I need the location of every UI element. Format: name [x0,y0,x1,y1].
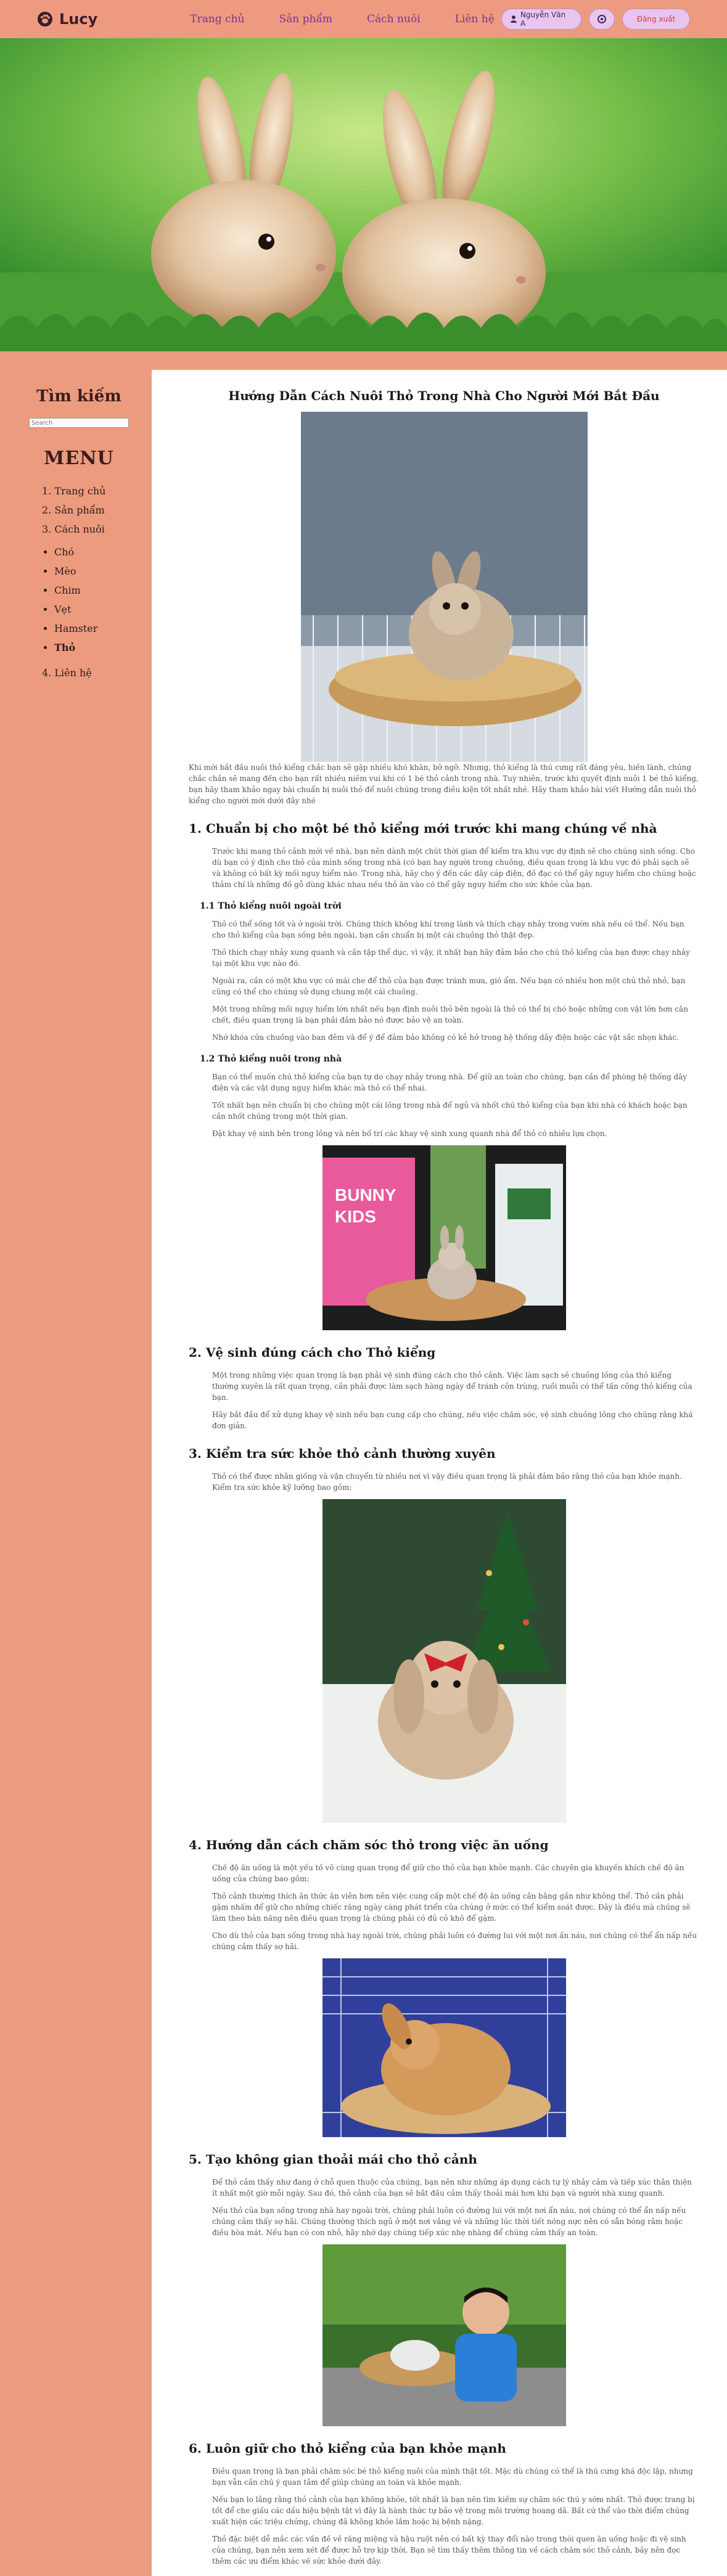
section-4-paragraph: Thỏ cảnh thường thích ăn thức ăn viên hơ… [212,1892,691,1923]
section-3-paragraph: Thỏ có thể được nhân giống và vận chuyển… [212,1472,682,1492]
nav-link-contact[interactable]: Liên hệ [455,13,495,25]
article-title: Hướng Dẫn Cách Nuôi Thỏ Trong Nhà Cho Ng… [228,388,660,403]
article-intro: Khi mới bắt đầu nuôi thỏ kiểng chắc bạn … [189,763,699,805]
section-5-paragraph: Nếu thỏ của bạn sống trong nhà hay ngoài… [212,2206,686,2237]
section-6-paragraph: Điều quan trọng là bạn phải chăm sóc bé … [212,2467,693,2487]
rabbit-with-red-bow-photo [322,1499,566,1823]
navbar: Lucy Trang chủ Sản phẩm Cách nuôi Liên h… [0,0,727,38]
section-6-paragraph: Thỏ đặc biệt dễ mắc các vấn đề về răng m… [212,2535,686,2566]
section-1-1-paragraph: Nhớ khóa cửa chuồng vào ban đêm và để ý … [212,1033,679,1042]
menu-title: MENU [44,448,114,469]
section-4-paragraph: Cho dù thỏ của bạn sống trong nhà hay ng… [212,1931,697,1951]
child-with-rabbit-photo [322,2244,566,2426]
nav-link-home[interactable]: Trang chủ [190,13,244,25]
section-1-2-paragraph: Tốt nhất bạn nên chuẩn bị cho chúng một … [212,1101,688,1121]
settings-button[interactable] [589,9,615,30]
section-1-2-title: 1.2 Thỏ kiểng nuôi trong nhà [200,1054,342,1064]
hero-banner [0,38,727,351]
menu-item-products[interactable]: 2. Sản phẩm [42,504,133,516]
section-5-title: 5. Tạo không gian thoải mái cho thỏ cảnh [189,2152,477,2167]
settings-icon [598,15,606,23]
submenu-care: Chó Mèo Chim Vẹt Hamster Thỏ [54,546,133,653]
section-4-title: 4. Hướng dẫn cách chăm sóc thỏ trong việ… [189,1838,549,1852]
submenu-item-hamster[interactable]: Hamster [54,623,133,634]
search-input[interactable] [29,418,129,428]
brand-name: Lucy [59,10,98,28]
section-1-1-paragraph: Thỏ có thể sống tốt và ở ngoài trời. Chú… [212,920,684,939]
user-button[interactable]: Nguyễn Văn A [501,9,581,30]
section-2-paragraph: Hãy bắt đầu để xử dụng khay vệ sinh nếu … [212,1410,693,1430]
rabbit-in-basket-photo [300,412,588,762]
submenu-item-bird[interactable]: Chim [54,584,133,596]
section-1-2-paragraph: Đặt khay vệ sinh bên trong lồng và nên b… [212,1129,607,1138]
article: Hướng Dẫn Cách Nuôi Thỏ Trong Nhà Cho Ng… [152,370,727,2576]
paw-icon [38,12,52,27]
search-title: Tìm kiếm [36,387,121,406]
section-2-paragraph: Một trong những việc quan trọng là bạn p… [212,1371,692,1402]
section-1-1-paragraph: Một trong những mối nguy hiểm lớn nhất n… [212,1005,688,1024]
svg-text:KIDS: KIDS [335,1207,376,1226]
menu-list: 1. Trang chủ 2. Sản phẩm 3. Cách nuôi Ch… [25,485,133,679]
hero-rabbits-image [0,38,727,351]
section-3-title: 3. Kiểm tra sức khỏe thỏ cảnh thường xuy… [189,1446,496,1461]
menu-item-home[interactable]: 1. Trang chủ [42,485,133,497]
section-1-2-paragraph: Bạn có thể muốn chú thỏ kiểng của bạn tự… [212,1073,688,1092]
menu-item-care[interactable]: 3. Cách nuôi Chó Mèo Chim Vẹt Hamster Th… [42,523,133,653]
user-icon [511,15,517,23]
svg-text:BUNNY: BUNNY [335,1185,396,1204]
sidebar: Tìm kiếm MENU 1. Trang chủ 2. Sản phẩm 3… [0,370,152,2576]
section-6-paragraph: Nếu bạn lo lắng rằng thỏ cảnh của bạn kh… [212,2495,695,2526]
rabbit-in-cage-photo [322,1958,566,2137]
section-1-paragraph: Trước khi mang thỏ cảnh mới về nhà, bạn … [212,847,696,889]
submenu-item-rabbit[interactable]: Thỏ [54,642,133,653]
submenu-item-cat[interactable]: Mèo [54,565,133,577]
nav-link-care[interactable]: Cách nuôi [367,13,421,25]
section-1-1-title: 1.1 Thỏ kiểng nuôi ngoài trời [200,901,342,911]
section-6-title: 6. Luôn giữ cho thỏ kiểng của bạn khỏe m… [189,2441,506,2456]
logout-button[interactable]: Đăng xuất [622,9,690,30]
menu-item-contact[interactable]: 4. Liên hệ [42,667,133,679]
section-2-title: 2. Vệ sinh đúng cách cho Thỏ kiểng [189,1345,436,1360]
submenu-item-dog[interactable]: Chó [54,546,133,558]
nav-link-products[interactable]: Sản phẩm [279,13,333,25]
section-1-1-paragraph: Ngoài ra, cần có một khu vực có mái che … [212,976,686,996]
section-4-paragraph: Chế độ ăn uống là một yếu tố vô cùng qua… [212,1863,684,1883]
brand-logo[interactable]: Lucy [37,10,97,28]
main-nav: Trang chủ Sản phẩm Cách nuôi Liên hệ [190,13,529,25]
page-layout: Tìm kiếm MENU 1. Trang chủ 2. Sản phẩm 3… [0,370,727,2576]
section-1-1-paragraph: Thỏ thích chạy nhảy xung quanh và cần tậ… [212,948,690,968]
account-area: Nguyễn Văn A Đăng xuất [501,9,690,30]
section-1-title: 1. Chuẩn bị cho một bé thỏ kiểng mới trư… [189,821,657,836]
user-name: Nguyễn Văn A [520,10,566,28]
section-5-paragraph: Để thỏ cảm thấy như đang ở chỗ quen thuộ… [212,2178,692,2198]
submenu-item-parrot[interactable]: Vẹt [54,603,133,615]
rabbit-with-food-bags-photo: BUNNY KIDS [322,1145,566,1330]
